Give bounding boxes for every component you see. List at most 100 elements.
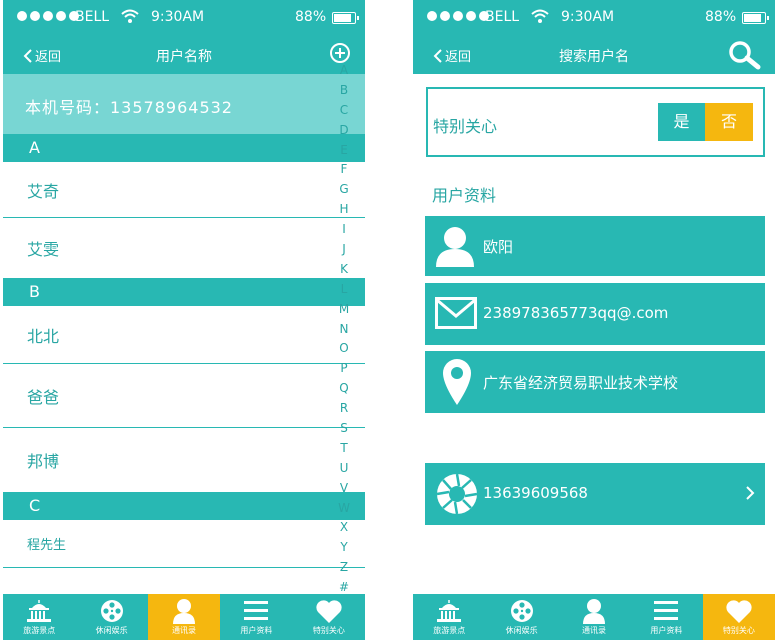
wifi-icon xyxy=(121,9,139,23)
page-title: 用户名称 xyxy=(156,49,212,65)
user-profile-screen: BELL 9:30AM 88% 返回 搜索用户名 特别关心 是 否 用户资料 欧… xyxy=(413,0,775,640)
nav-bar: 返回 用户名称 xyxy=(3,36,365,74)
person-icon xyxy=(172,598,196,628)
tab-label: 休闲娱乐 xyxy=(95,626,128,635)
mail-icon xyxy=(435,297,477,329)
tab-person[interactable]: 通讯录 xyxy=(558,594,630,640)
page-title: 搜索用户名 xyxy=(559,49,629,65)
index-letter[interactable]: S xyxy=(336,418,352,438)
index-letter[interactable]: F xyxy=(336,159,352,179)
no-button[interactable]: 否 xyxy=(705,103,753,141)
contact-item[interactable]: 爸爸 xyxy=(3,364,365,428)
person-icon xyxy=(582,598,606,628)
index-letter[interactable]: E xyxy=(336,140,352,160)
index-letter[interactable]: L xyxy=(336,279,352,299)
tab-label: 通讯录 xyxy=(582,626,607,635)
contact-item[interactable]: 艾奇 xyxy=(3,162,365,218)
tab-label: 通讯录 xyxy=(172,626,197,635)
tab-label: 用户资料 xyxy=(650,626,683,635)
index-letter[interactable]: K xyxy=(336,259,352,279)
index-letter[interactable]: D xyxy=(336,120,352,140)
film-reel-icon xyxy=(99,598,125,628)
menu-icon xyxy=(653,598,679,626)
index-letter[interactable]: C xyxy=(336,100,352,120)
tab-person[interactable]: 通讯录 xyxy=(147,594,221,640)
index-letter[interactable]: P xyxy=(336,358,352,378)
index-letter[interactable]: T xyxy=(336,438,352,458)
index-letter[interactable]: I xyxy=(336,219,352,239)
user-email: 238978365773qq@.com xyxy=(483,304,669,322)
contact-item[interactable]: 邦博 xyxy=(3,428,365,492)
tab-menu[interactable]: 用户资料 xyxy=(630,594,702,640)
index-letter[interactable]: V xyxy=(336,478,352,498)
section-header-a: A xyxy=(3,134,365,162)
tab-label: 旅游景点 xyxy=(433,626,466,635)
battery-icon xyxy=(332,12,359,24)
own-phone-number: 本机号码：13578964532 xyxy=(3,74,365,134)
index-letter[interactable]: O xyxy=(336,338,352,358)
tab-menu[interactable]: 用户资料 xyxy=(220,594,292,640)
tab-landmark[interactable]: 旅游景点 xyxy=(413,594,485,640)
nav-bar: 返回 搜索用户名 xyxy=(413,36,775,74)
special-care-card: 特别关心 是 否 xyxy=(426,87,765,157)
carrier-label: BELL xyxy=(485,9,520,25)
address-row: 广东省经济贸易职业技术学校 xyxy=(425,351,765,413)
index-letter[interactable]: R xyxy=(336,398,352,418)
index-letter[interactable]: X xyxy=(336,517,352,537)
alphabet-index[interactable]: A B C D E F G H I J K L M N O P Q R S T U V W X Y Z # xyxy=(336,60,352,597)
yes-button[interactable]: 是 xyxy=(658,103,705,141)
contact-item[interactable]: 程先生 xyxy=(3,520,365,568)
name-row: 欧阳 xyxy=(425,216,765,276)
tab-heart[interactable]: 特别关心 xyxy=(293,594,365,640)
section-heading: 用户资料 xyxy=(432,186,497,205)
status-bar: BELL 9:30AM 88% xyxy=(413,0,775,36)
tab-bar: 旅游景点 休闲娱乐 通讯录 用户资料 特别关心 xyxy=(413,594,775,640)
index-letter[interactable]: H xyxy=(336,199,352,219)
index-letter[interactable]: U xyxy=(336,458,352,478)
tab-label: 特别关心 xyxy=(312,626,345,635)
tab-heart[interactable]: 特别关心 xyxy=(702,594,775,640)
tab-label: 特别关心 xyxy=(722,626,755,635)
index-letter[interactable]: J xyxy=(336,239,352,259)
index-letter[interactable]: N xyxy=(336,319,352,339)
clock: 9:30AM xyxy=(151,9,205,25)
landmark-icon xyxy=(24,598,54,628)
phone-row[interactable]: 13639609568 xyxy=(425,463,765,525)
tab-film-reel[interactable]: 休闲娱乐 xyxy=(75,594,147,640)
index-letter[interactable]: A xyxy=(336,60,352,80)
index-letter[interactable]: B xyxy=(336,80,352,100)
contact-item[interactable]: 北北 xyxy=(3,306,365,364)
aperture-icon xyxy=(436,473,478,515)
chevron-right-icon xyxy=(746,486,755,500)
battery-icon xyxy=(742,12,769,24)
tab-film-reel[interactable]: 休闲娱乐 xyxy=(485,594,557,640)
section-header-b: B xyxy=(3,278,365,306)
contacts-screen: BELL 9:30AM 88% 返回 用户名称 本机号码：13578964532… xyxy=(3,0,365,640)
menu-icon xyxy=(243,598,269,626)
signal-dots-icon xyxy=(427,11,489,21)
section-header-c: C xyxy=(3,492,365,520)
user-name: 欧阳 xyxy=(483,238,514,256)
tab-label: 用户资料 xyxy=(240,626,273,635)
film-reel-icon xyxy=(509,598,535,628)
battery-percent: 88% xyxy=(295,9,327,25)
index-letter[interactable]: Q xyxy=(336,378,352,398)
landmark-icon xyxy=(434,598,464,628)
index-letter[interactable]: W xyxy=(336,498,352,518)
tab-label: 旅游景点 xyxy=(23,626,56,635)
heart-icon xyxy=(315,598,343,628)
search-button[interactable] xyxy=(727,40,761,70)
contact-item[interactable]: 艾雯 xyxy=(3,218,365,278)
signal-dots-icon xyxy=(17,11,79,21)
index-letter[interactable]: Z xyxy=(336,557,352,577)
location-pin-icon xyxy=(443,359,471,405)
user-phone: 13639609568 xyxy=(483,484,588,502)
index-letter[interactable]: G xyxy=(336,179,352,199)
special-care-label: 特别关心 xyxy=(433,117,498,136)
index-letter[interactable]: M xyxy=(336,299,352,319)
tab-landmark[interactable]: 旅游景点 xyxy=(3,594,75,640)
email-row: 238978365773qq@.com xyxy=(425,283,765,345)
battery-percent: 88% xyxy=(705,9,737,25)
index-letter[interactable]: Y xyxy=(336,537,352,557)
user-address: 广东省经济贸易职业技术学校 xyxy=(483,374,679,392)
